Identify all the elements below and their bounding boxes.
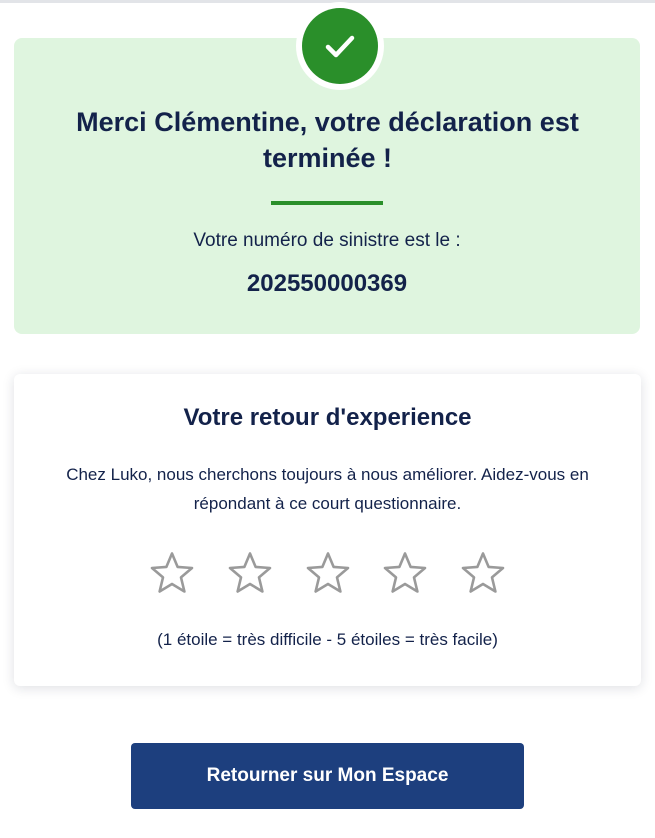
star-rating (149, 550, 506, 598)
feedback-description: Chez Luko, nous cherchons toujours à nou… (66, 465, 589, 513)
check-icon (325, 35, 355, 58)
rating-scale-hint: (1 étoile = très difficile - 5 étoiles =… (157, 630, 498, 649)
return-to-account-button[interactable]: Retourner sur Mon Espace (131, 743, 524, 809)
confirmation-title: Merci Clémentine, votre déclaration est … (76, 107, 579, 173)
star-4-icon[interactable] (382, 550, 428, 596)
star-2-icon[interactable] (227, 550, 273, 596)
feedback-card: Votre retour d'experience Chez Luko, nou… (14, 374, 641, 686)
star-3-icon[interactable] (305, 550, 351, 596)
title-underline (271, 201, 383, 205)
claim-number-label: Votre numéro de sinistre est le : (193, 230, 461, 251)
star-5-icon[interactable] (460, 550, 506, 596)
star-1-icon[interactable] (149, 550, 195, 596)
claim-number: 202550000369 (246, 270, 408, 297)
success-badge (296, 2, 384, 90)
feedback-title: Votre retour d'experience (183, 404, 472, 431)
